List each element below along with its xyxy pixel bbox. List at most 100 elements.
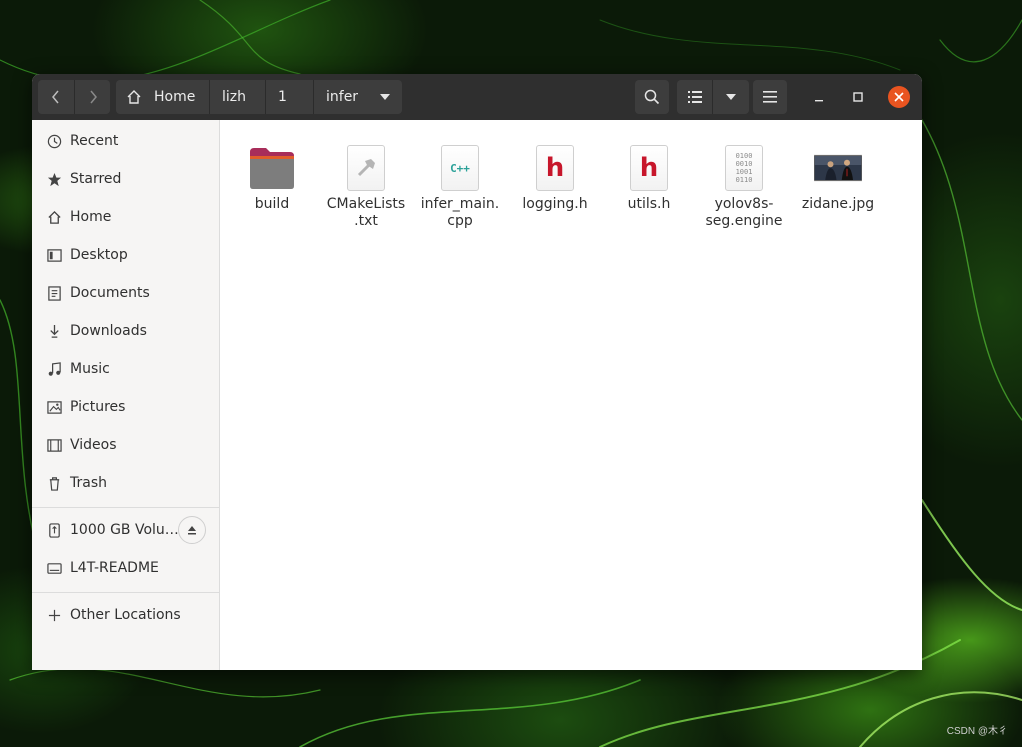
sidebar-item-label: Downloads [70,323,147,339]
header-badge: h [536,145,574,191]
sidebar-item-other-locations[interactable]: Other Locations [32,596,220,634]
main-menu-button[interactable] [753,80,787,114]
home-icon [126,89,142,105]
sidebar-item-home[interactable]: Home [32,198,220,236]
sidebar-item-label: Music [70,361,110,377]
navigation-buttons [38,80,110,114]
sidebar-item-label: Trash [70,475,107,491]
view-options-group [677,80,749,114]
home-icon [46,209,62,225]
close-button[interactable] [888,86,910,108]
sidebar-item-trash[interactable]: Trash [32,464,220,502]
sidebar-item-label: Documents [70,285,150,301]
file-name: build [254,196,290,212]
header-file-icon: h [625,144,673,192]
sidebar-item-music[interactable]: Music [32,350,220,388]
binary-file-icon: 0100 0010 1001 0110 [720,144,768,192]
close-icon [894,92,904,102]
sidebar-item-label: Pictures [70,399,126,415]
header-badge-text: h [639,153,659,183]
binary-badge: 0100 0010 1001 0110 [725,145,763,191]
file-item-infer-main-cpp[interactable]: C++ infer_main. cpp [415,144,505,230]
breadcrumb-label: Home [154,89,196,105]
sidebar-item-label: 1000 GB Volu… [70,522,179,538]
breadcrumb-home[interactable]: Home [116,80,210,114]
file-view: build CMakeLists .txt C++ infer_main. cpp … [221,120,922,670]
header-badge-text: h [545,153,565,183]
file-name: utils.h [627,196,671,212]
drive-icon [46,560,62,576]
star-icon [46,171,62,187]
sidebar-item-recent[interactable]: Recent [32,122,220,160]
maximize-button[interactable] [847,86,869,108]
breadcrumb-infer[interactable]: infer [314,80,402,114]
caret-down-icon [380,94,390,100]
header-file-icon: h [531,144,579,192]
file-name: zidane.jpg [801,196,875,212]
chevron-left-icon [52,90,59,104]
sidebar-item-starred[interactable]: Starred [32,160,220,198]
file-name: yolov8s-seg.engine [705,196,783,229]
file-item-yolov8s-seg-engine[interactable]: 0100 0010 1001 0110 yolov8s-seg.engine [699,144,789,230]
sidebar-item-label: Desktop [70,247,128,263]
breadcrumb-label: lizh [222,89,247,105]
back-button[interactable] [38,80,74,114]
breadcrumb-label: 1 [278,89,287,105]
maximize-icon [853,92,863,102]
sidebar-item-pictures[interactable]: Pictures [32,388,220,426]
watermark: CSDN @木彳 [946,726,1008,737]
sidebar-item-label: Recent [70,133,119,149]
plus-icon [46,607,62,623]
hamburger-menu-icon [763,91,777,103]
image-thumbnail [814,144,862,192]
sidebar-item-desktop[interactable]: Desktop [32,236,220,274]
cpp-badge-text: C++ [450,161,470,175]
file-item-build[interactable]: build [227,144,317,213]
file-item-zidane-jpg[interactable]: zidane.jpg [793,144,883,213]
file-item-logging-h[interactable]: h logging.h [510,144,600,213]
sidebar-item-label: Other Locations [70,607,181,623]
sidebar-item-l4t-readme[interactable]: L4T-README [32,549,220,587]
minimize-button[interactable] [808,86,830,108]
sidebar: Recent Starred Home Desktop Documents Do… [32,120,220,670]
view-menu-button[interactable] [713,80,749,114]
cpp-file-icon: C++ [436,144,484,192]
chevron-right-icon [89,90,97,104]
breadcrumb: Home lizh 1 infer [116,80,402,114]
music-icon [46,361,62,377]
sidebar-divider [32,507,220,508]
sidebar-item-videos[interactable]: Videos [32,426,220,464]
sidebar-item-label: Starred [70,171,122,187]
sidebar-divider [32,592,220,593]
folder-icon [248,144,296,192]
breadcrumb-1[interactable]: 1 [266,80,314,114]
download-icon [46,323,62,339]
eject-button[interactable] [178,516,206,544]
caret-down-icon [726,94,736,100]
file-item-utils-h[interactable]: h utils.h [604,144,694,213]
usb-drive-icon [46,522,62,538]
file-name: CMakeLists .txt [326,196,406,229]
file-name: logging.h [522,196,588,212]
forward-button[interactable] [74,80,110,114]
sidebar-item-documents[interactable]: Documents [32,274,220,312]
sidebar-item-label: Videos [70,437,117,453]
document-icon [46,285,62,301]
trash-icon [46,475,62,491]
search-button[interactable] [635,80,669,114]
list-view-icon [687,91,702,103]
desktop-icon [46,247,62,263]
list-view-button[interactable] [677,80,713,114]
sidebar-item-downloads[interactable]: Downloads [32,312,220,350]
file-manager-window: Home lizh 1 infer Recent Starred Home De… [32,74,922,670]
search-icon [644,89,660,105]
hammer-icon [347,145,385,191]
sidebar-item-label: L4T-README [70,560,159,576]
file-item-cmakelists[interactable]: CMakeLists .txt [321,144,411,230]
cpp-badge: C++ [441,145,479,191]
picture-icon [46,399,62,415]
sidebar-item-label: Home [70,209,112,225]
breadcrumb-lizh[interactable]: lizh [210,80,266,114]
sidebar-item-volume[interactable]: 1000 GB Volu… [32,511,220,549]
eject-icon [188,526,196,535]
